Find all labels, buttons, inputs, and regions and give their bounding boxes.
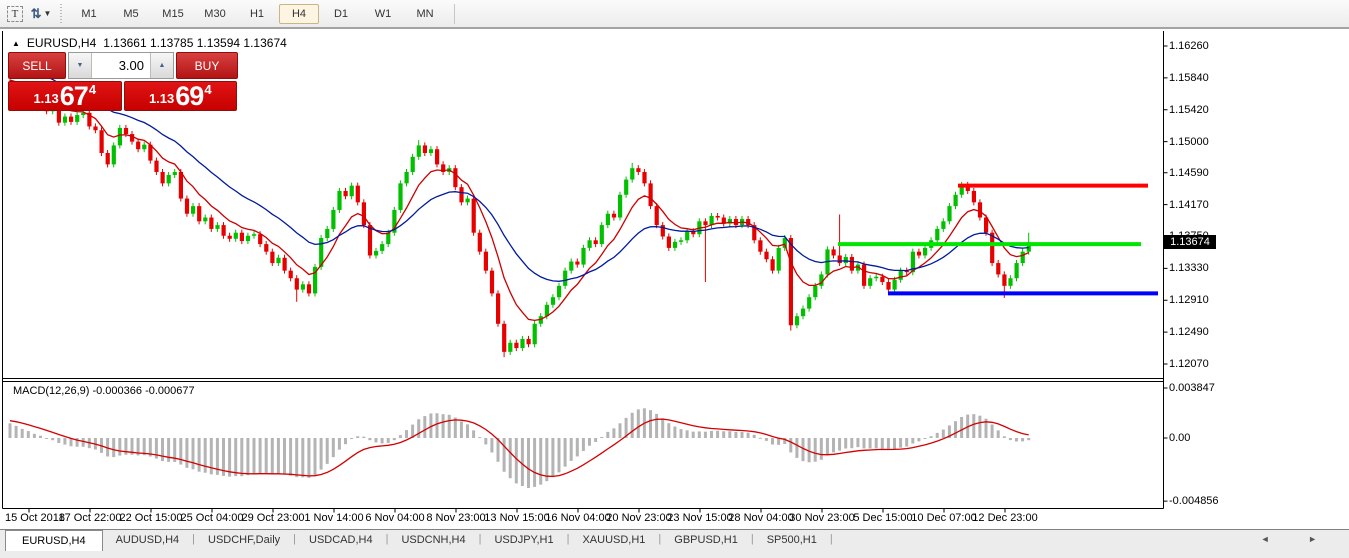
- date-axis-label: 17 Oct 22:00: [58, 512, 122, 524]
- price-axis-tick-label: 1.15840: [1169, 71, 1209, 84]
- sell-button[interactable]: SELL: [8, 52, 66, 79]
- price-axis-tick-label: 1.15420: [1169, 103, 1209, 116]
- buy-price-prefix: 1.13: [148, 91, 175, 106]
- volume-input[interactable]: [92, 53, 150, 78]
- date-axis-label: 10 Dec 07:00: [911, 512, 977, 524]
- price-axis-tick-label: 1.12490: [1169, 326, 1209, 339]
- date-axis-label: 25 Oct 04:00: [180, 512, 244, 524]
- volume-stepper: ▼ ▲: [68, 52, 174, 79]
- buy-price-panel[interactable]: 1.13 69 4: [123, 81, 237, 111]
- window-collapse-icon[interactable]: ▲: [12, 39, 20, 48]
- date-axis-label: 22 Oct 15:00: [119, 512, 183, 524]
- sell-price-prefix: 1.13: [33, 91, 59, 106]
- chart-tab-usdchf[interactable]: USDCHF,Daily: [195, 531, 293, 549]
- buy-price-big: 69: [175, 81, 204, 111]
- date-axis-label: 30 Nov 23:00: [789, 512, 855, 524]
- price-axis-tick-label: 1.16260: [1169, 40, 1209, 52]
- date-axis-label: 13 Nov 15:00: [484, 512, 550, 524]
- chart-tab-eurusd[interactable]: EURUSD,H4: [5, 530, 103, 551]
- chart-tab-audusd[interactable]: AUDUSD,H4: [103, 531, 193, 549]
- buy-price-sup: 4: [204, 82, 212, 97]
- macd-axis-tick-label: 0.003847: [1169, 381, 1215, 394]
- price-axis-tick-label: 1.14590: [1169, 166, 1209, 179]
- date-axis-label: 5 Dec 15:00: [853, 512, 913, 524]
- chart-tab-usdcnh[interactable]: USDCNH,H4: [388, 531, 478, 549]
- date-axis-label: 16 Nov 04:00: [545, 512, 611, 524]
- price-axis-tick-label: 1.12910: [1169, 294, 1209, 307]
- sell-price-sup: 4: [88, 82, 97, 97]
- chart-header: ▲ EURUSD,H4 1.13661 1.13785 1.13594 1.13…: [12, 36, 287, 50]
- candles-group: [8, 79, 1031, 358]
- date-axis-label: 29 Oct 23:00: [241, 512, 305, 524]
- mt4-window: T ⇅ ▼ M1 M5 M15 M30 H1 H4 D1 W1 MN ▲ EURUSD,H4 1…: [0, 0, 1349, 558]
- macd-axis-tick-label: -0.004856: [1169, 495, 1219, 508]
- chart-tab-bar: EURUSD,H4 AUDUSD,H4 | USDCHF,Daily | USDCAD,H…: [0, 530, 1349, 558]
- price-axis-tick-label: 1.14170: [1169, 198, 1209, 211]
- chart-tab-usdjpy[interactable]: USDJPY,H1: [481, 531, 566, 549]
- volume-increase-button[interactable]: ▲: [150, 53, 173, 78]
- date-axis-label: 15 Oct 2018: [5, 512, 65, 524]
- date-axis-label: 8 Nov 23:00: [426, 512, 486, 524]
- chart-tab-xauusd[interactable]: XAUUSD,H1: [569, 531, 658, 549]
- date-axis-label: 12 Dec 23:00: [972, 512, 1038, 524]
- tab-scroll-arrows[interactable]: ◄ ►: [1261, 530, 1335, 544]
- chart-tab-gbpusd[interactable]: GBPUSD,H1: [661, 531, 751, 549]
- date-axis-label: 23 Nov 15:00: [667, 512, 733, 524]
- date-axis-label: 1 Nov 14:00: [304, 512, 364, 524]
- ohlc-values: 1.13661 1.13785 1.13594 1.13674: [103, 36, 287, 50]
- price-axis-tick-label: 1.13330: [1169, 262, 1209, 275]
- one-click-trading-widget: SELL ▼ ▲ BUY 1.13 67 4 1.13 69 4: [8, 52, 238, 111]
- macd-axis-tick-label: 0.00: [1169, 432, 1191, 444]
- sell-price-panel[interactable]: 1.13 67 4: [8, 81, 122, 111]
- date-axis-label: 28 Nov 04:00: [728, 512, 794, 524]
- buy-button[interactable]: BUY: [176, 52, 238, 79]
- sell-price-big: 67: [59, 81, 89, 111]
- current-price-tag: 1.13674: [1164, 235, 1216, 250]
- symbol-title: EURUSD,H4: [26, 36, 97, 50]
- tab-separator: |: [829, 533, 833, 545]
- macd-indicator-label: MACD(12,26,9) -0.000366 -0.000677: [13, 385, 195, 397]
- volume-decrease-button[interactable]: ▼: [69, 53, 92, 78]
- chart-tab-usdcad[interactable]: USDCAD,H4: [296, 531, 386, 549]
- macd-histogram: [8, 408, 1031, 489]
- date-axis-label: 20 Nov 23:00: [606, 512, 672, 524]
- chart-tab-sp500[interactable]: SP500,H1: [754, 531, 830, 549]
- price-axis-tick-label: 1.15000: [1169, 135, 1209, 148]
- date-axis-label: 6 Nov 04:00: [365, 512, 425, 524]
- price-axis-tick-label: 1.12070: [1169, 358, 1209, 370]
